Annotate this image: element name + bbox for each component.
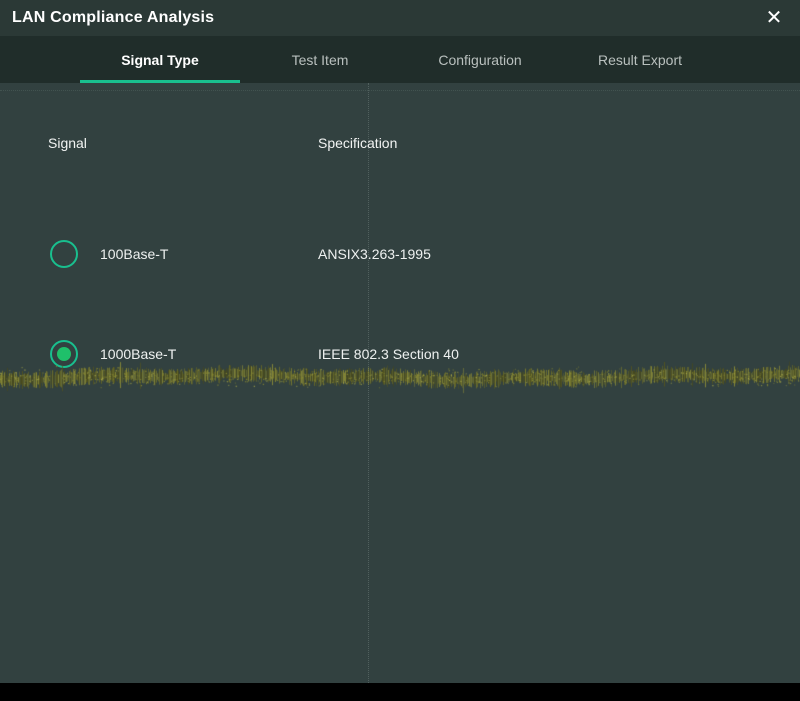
tab-configuration[interactable]: Configuration — [400, 36, 560, 83]
column-header-signal: Signal — [48, 135, 87, 151]
tab-signal-type[interactable]: Signal Type — [80, 36, 240, 83]
tab-test-item[interactable]: Test Item — [240, 36, 400, 83]
bottom-bar — [0, 683, 800, 701]
tab-bar: Signal Type Test Item Configuration Resu… — [0, 36, 800, 83]
noise-waveform-trace — [0, 355, 800, 399]
dialog-titlebar: LAN Compliance Analysis ✕ — [0, 0, 800, 36]
graticule-horizontal-line — [0, 90, 800, 91]
radio-100base-t[interactable] — [50, 240, 78, 268]
signal-row-100base-t: 100Base-T ANSIX3.263-1995 — [0, 239, 800, 269]
close-icon[interactable]: ✕ — [758, 0, 790, 36]
signal-name[interactable]: 100Base-T — [100, 246, 168, 262]
dialog-title: LAN Compliance Analysis — [0, 9, 214, 27]
tab-result-export[interactable]: Result Export — [560, 36, 720, 83]
column-header-specification: Specification — [318, 135, 397, 151]
radio-dot — [57, 247, 71, 261]
signal-type-panel: Signal Specification 100Base-T ANSIX3.26… — [0, 83, 800, 683]
table-header-row: Signal Specification — [0, 135, 800, 155]
signal-specification: ANSIX3.263-1995 — [318, 246, 431, 262]
lan-compliance-dialog: LAN Compliance Analysis ✕ Signal Type Te… — [0, 0, 800, 701]
